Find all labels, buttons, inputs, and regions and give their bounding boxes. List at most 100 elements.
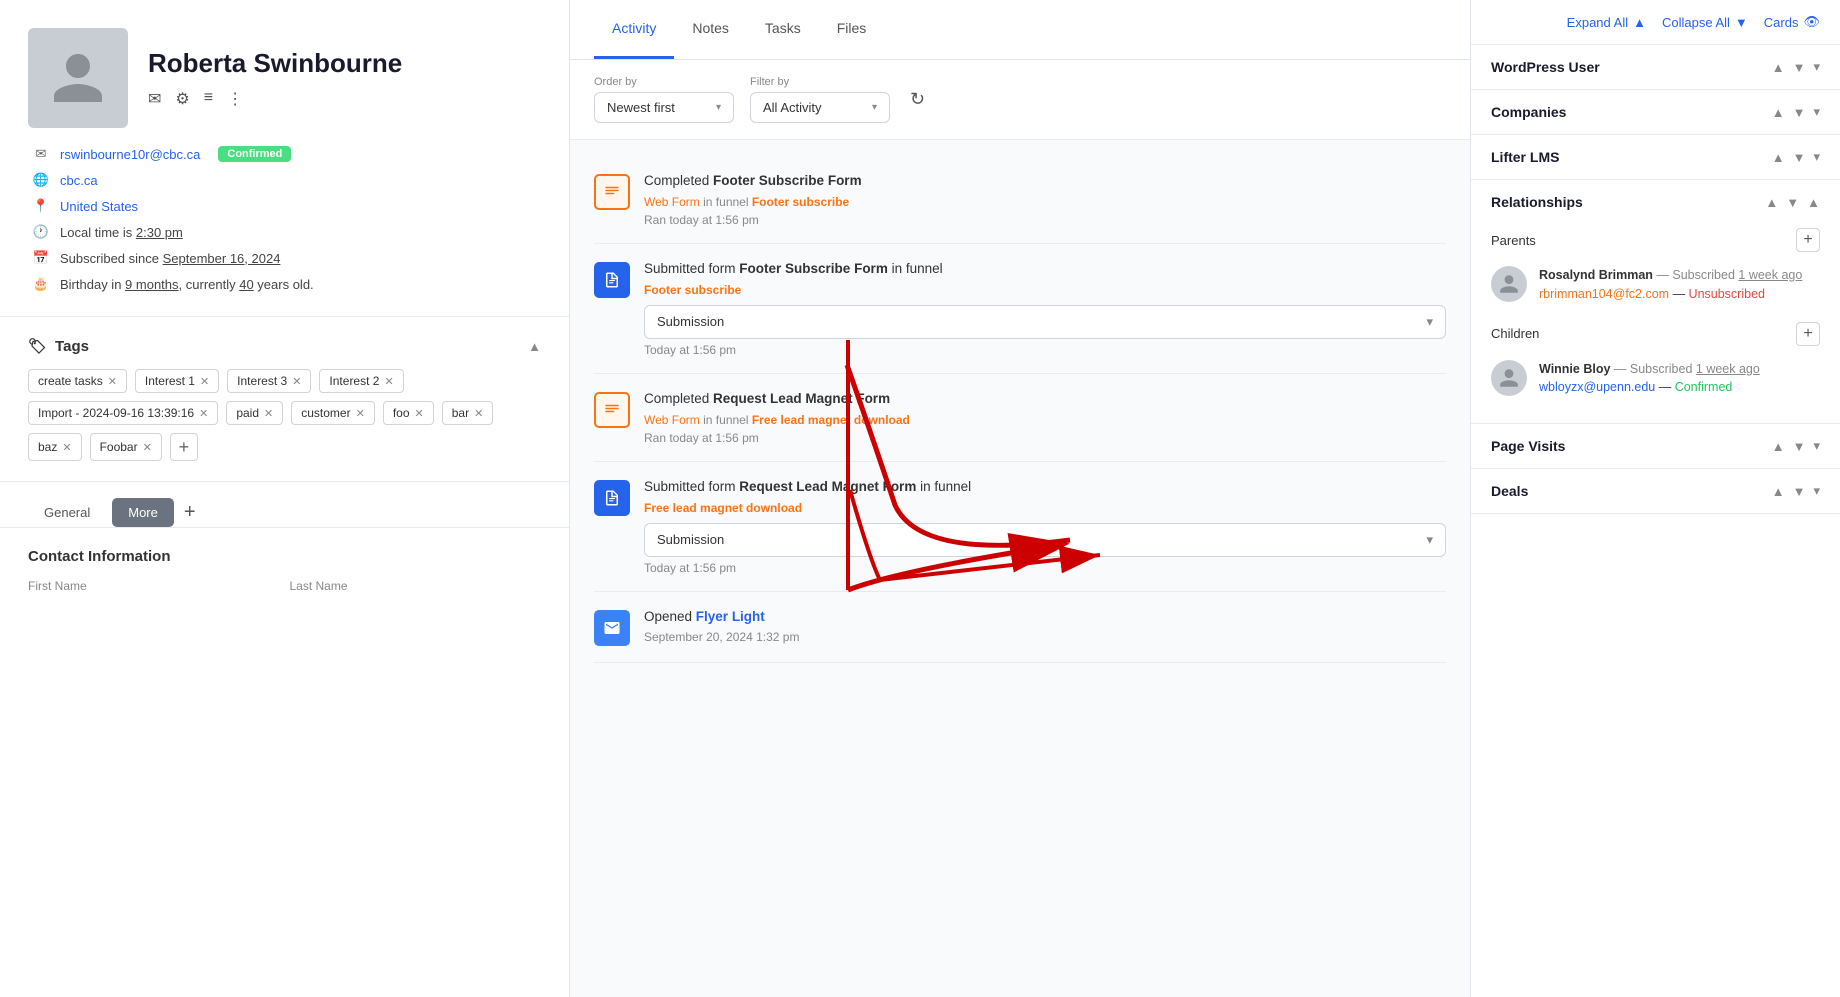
tag-item: Foobar✕ <box>90 433 162 461</box>
remove-tag-icon[interactable]: ✕ <box>384 375 393 388</box>
section-page-visits-header[interactable]: Page Visits ▲ ▼ ▾ <box>1471 424 1840 468</box>
meta-type-link[interactable]: Web Form <box>644 195 700 209</box>
filter-by-group: Filter by All Activity ▾ <box>750 76 890 123</box>
section-lifter-lms: Lifter LMS ▲ ▼ ▾ <box>1471 135 1840 180</box>
up-icon[interactable]: ▲ <box>1765 195 1778 210</box>
person-meta: — Subscribed 1 week ago <box>1614 362 1760 376</box>
right-top-actions: Expand All ▲ Collapse All ▼ Cards 👁 <box>1471 0 1840 45</box>
funnel-link[interactable]: Footer subscribe <box>752 195 849 209</box>
activity-time: Today at 1:56 pm <box>644 561 1446 575</box>
up-icon[interactable]: ▲ <box>1772 150 1785 165</box>
dropdown-icon[interactable]: ▾ <box>1813 438 1820 454</box>
order-by-select[interactable]: Newest first ▾ <box>594 92 734 123</box>
down-icon[interactable]: ▼ <box>1786 195 1799 210</box>
tab-files[interactable]: Files <box>819 0 885 59</box>
activity-icon-email <box>594 610 630 646</box>
profile-details: ✉ rswinbourne10r@cbc.ca Confirmed 🌐 cbc.… <box>28 146 541 292</box>
website-value[interactable]: cbc.ca <box>60 173 98 188</box>
section-controls: ▲ ▼ ▾ <box>1772 438 1820 454</box>
section-controls: ▲ ▼ ▾ <box>1772 104 1820 120</box>
funnel-link[interactable]: Free lead magnet download <box>644 501 802 515</box>
remove-tag-icon[interactable]: ✕ <box>474 407 483 420</box>
activity-icon-blue <box>594 262 630 298</box>
layout-icon[interactable]: ≡ <box>204 89 213 109</box>
tab-notes[interactable]: Notes <box>674 0 747 59</box>
clock-icon: 🕐 <box>32 224 50 240</box>
filter-icon[interactable]: ⚙ <box>175 89 189 109</box>
email-value[interactable]: rswinbourne10r@cbc.ca <box>60 147 200 162</box>
remove-tag-icon[interactable]: ✕ <box>143 441 152 454</box>
activity-item: Opened Flyer Light September 20, 2024 1:… <box>594 592 1446 663</box>
right-panel: Expand All ▲ Collapse All ▼ Cards 👁 Word… <box>1470 0 1840 997</box>
tab-more[interactable]: More <box>112 498 174 527</box>
dropdown-icon[interactable]: ▾ <box>1813 149 1820 165</box>
activity-content: Submitted form Request Lead Magnet Form … <box>644 478 1446 575</box>
add-tag-button[interactable]: + <box>170 433 198 461</box>
confirmed-badge: Confirmed <box>218 146 291 162</box>
submission-dropdown[interactable]: Submission ▾ <box>644 305 1446 339</box>
remove-tag-icon[interactable]: ✕ <box>264 407 273 420</box>
section-relationships: Relationships ▲ ▼ ▲ Parents + Rosalynd B… <box>1471 180 1840 424</box>
dropdown-icon[interactable]: ▾ <box>1813 104 1820 120</box>
tab-tasks[interactable]: Tasks <box>747 0 819 59</box>
down-icon[interactable]: ▼ <box>1793 60 1806 75</box>
dropdown-icon[interactable]: ▲ <box>1807 195 1820 210</box>
add-parent-button[interactable]: + <box>1796 228 1820 252</box>
tab-activity[interactable]: Activity <box>594 0 674 59</box>
tags-title: 🏷 Tags <box>28 337 89 355</box>
person-status: Unsubscribed <box>1689 287 1765 301</box>
funnel-link[interactable]: Footer subscribe <box>644 283 741 297</box>
section-companies-header[interactable]: Companies ▲ ▼ ▾ <box>1471 90 1840 134</box>
submission-dropdown[interactable]: Submission ▾ <box>644 523 1446 557</box>
section-wordpress-user-header[interactable]: WordPress User ▲ ▼ ▾ <box>1471 45 1840 89</box>
local-time: Local time is 2:30 pm <box>60 225 183 240</box>
remove-tag-icon[interactable]: ✕ <box>62 441 71 454</box>
activity-content: Submitted form Footer Subscribe Form in … <box>644 260 1446 357</box>
remove-tag-icon[interactable]: ✕ <box>356 407 365 420</box>
meta-type-link[interactable]: Web Form <box>644 413 700 427</box>
dropdown-icon[interactable]: ▾ <box>1813 59 1820 75</box>
person-email[interactable]: rbrimman104@fc2.com <box>1539 287 1669 301</box>
up-icon[interactable]: ▲ <box>1772 105 1785 120</box>
cards-button[interactable]: Cards 👁 <box>1764 14 1820 30</box>
activity-item: Completed Footer Subscribe Form Web Form… <box>594 156 1446 244</box>
section-deals-header[interactable]: Deals ▲ ▼ ▾ <box>1471 469 1840 513</box>
person-email[interactable]: wbloyzx@upenn.edu <box>1539 380 1655 394</box>
tab-general[interactable]: General <box>28 498 106 527</box>
filter-by-value: All Activity <box>763 100 822 115</box>
section-lifter-lms-header[interactable]: Lifter LMS ▲ ▼ ▾ <box>1471 135 1840 179</box>
add-child-button[interactable]: + <box>1796 322 1820 346</box>
activity-time: September 20, 2024 1:32 pm <box>644 630 1446 644</box>
more-dots-icon[interactable]: ⋮ <box>227 89 243 109</box>
up-icon[interactable]: ▲ <box>1772 439 1785 454</box>
expand-all-button[interactable]: Expand All ▲ <box>1567 15 1646 30</box>
email-detail-icon: ✉ <box>32 146 50 162</box>
remove-tag-icon[interactable]: ✕ <box>200 375 209 388</box>
down-icon[interactable]: ▼ <box>1793 484 1806 499</box>
section-relationships-header[interactable]: Relationships ▲ ▼ ▲ <box>1471 180 1840 224</box>
down-icon[interactable]: ▼ <box>1793 150 1806 165</box>
globe-icon: 🌐 <box>32 172 50 188</box>
remove-tag-icon[interactable]: ✕ <box>292 375 301 388</box>
activity-content: Completed Request Lead Magnet Form Web F… <box>644 390 1446 445</box>
tags-collapse-icon[interactable]: ▲ <box>528 339 541 354</box>
down-icon[interactable]: ▼ <box>1793 105 1806 120</box>
filter-by-select[interactable]: All Activity ▾ <box>750 92 890 123</box>
remove-tag-icon[interactable]: ✕ <box>108 375 117 388</box>
up-icon[interactable]: ▲ <box>1772 60 1785 75</box>
activity-title: Completed Footer Subscribe Form <box>644 172 1446 191</box>
remove-tag-icon[interactable]: ✕ <box>415 407 424 420</box>
refresh-icon[interactable]: ↻ <box>910 89 925 110</box>
funnel-link[interactable]: Free lead magnet download <box>752 413 910 427</box>
location-value[interactable]: United States <box>60 199 138 214</box>
tag-item: customer✕ <box>291 401 375 425</box>
collapse-all-button[interactable]: Collapse All ▼ <box>1662 15 1748 30</box>
dropdown-icon[interactable]: ▾ <box>1813 483 1820 499</box>
email-link[interactable]: Flyer Light <box>696 609 765 624</box>
down-icon[interactable]: ▼ <box>1793 439 1806 454</box>
add-tab-button[interactable]: + <box>184 501 196 524</box>
up-icon[interactable]: ▲ <box>1772 484 1785 499</box>
birthday-row: 🎂 Birthday in 9 months, currently 40 yea… <box>32 276 537 292</box>
remove-tag-icon[interactable]: ✕ <box>199 407 208 420</box>
email-icon[interactable]: ✉ <box>148 89 161 109</box>
